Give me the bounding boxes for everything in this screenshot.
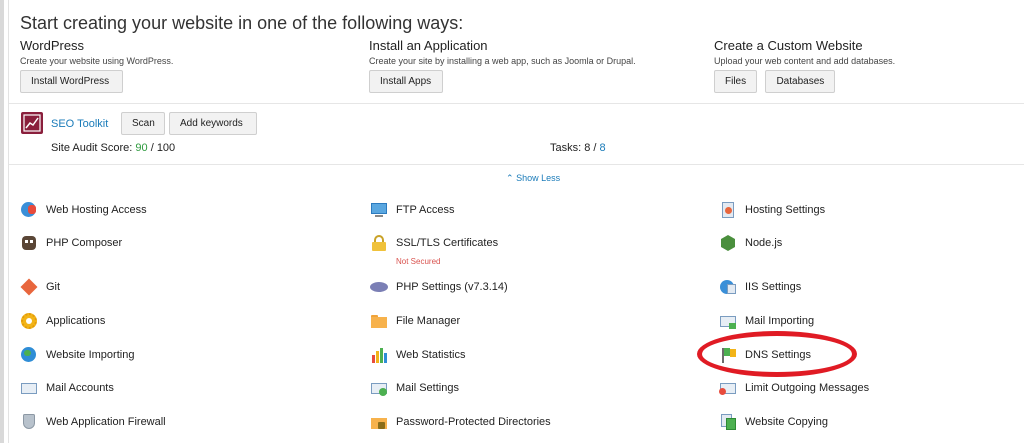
install-app-option: Install an Application Create your site …: [369, 38, 636, 93]
globe-import-icon: [20, 346, 38, 364]
lock-icon: [370, 234, 388, 252]
wordpress-option: WordPress Create your website using Word…: [20, 38, 173, 93]
tool-php-composer[interactable]: PHP Composer: [20, 234, 122, 252]
install-wordpress-button[interactable]: Install WordPress: [20, 70, 123, 93]
tasks-count: Tasks: 8 / 8: [550, 142, 606, 154]
bar-chart-icon: [370, 346, 388, 364]
folder-lock-icon: [370, 413, 388, 431]
tool-file-manager[interactable]: File Manager: [370, 312, 460, 330]
tool-mail-importing[interactable]: Mail Importing: [719, 312, 814, 330]
mail-icon: [20, 379, 38, 397]
wordpress-desc: Create your website using WordPress.: [20, 56, 174, 66]
nodejs-icon: [719, 234, 737, 252]
seo-toolkit-link[interactable]: SEO Toolkit: [51, 118, 108, 130]
tool-ftp-access[interactable]: FTP Access: [370, 201, 454, 219]
tool-ssl-tls-certificates[interactable]: SSL/TLS Certificates Not Secured: [370, 234, 498, 271]
iis-icon: [719, 278, 737, 296]
main-panel: Start creating your website in one of th…: [8, 0, 1024, 443]
tool-mail-accounts[interactable]: Mail Accounts: [20, 379, 114, 397]
tool-web-hosting-access[interactable]: Web Hosting Access: [20, 201, 147, 219]
tool-applications[interactable]: Applications: [20, 312, 105, 330]
tool-website-copying[interactable]: Website Copying: [719, 413, 828, 431]
gear-icon: [20, 312, 38, 330]
git-icon: [20, 278, 38, 296]
tool-web-application-firewall[interactable]: Web Application Firewall: [20, 413, 166, 431]
divider: [9, 103, 1024, 104]
audit-label: Site Audit Score:: [51, 142, 133, 154]
add-keywords-button[interactable]: Add keywords: [169, 112, 257, 135]
custom-website-option: Create a Custom Website Upload your web …: [714, 38, 895, 93]
globe-user-icon: [20, 201, 38, 219]
tool-website-importing[interactable]: Website Importing: [20, 346, 134, 364]
show-less-label: Show Less: [516, 173, 561, 183]
install-apps-button[interactable]: Install Apps: [369, 70, 443, 93]
files-button[interactable]: Files: [714, 70, 757, 93]
custom-website-title: Create a Custom Website: [714, 38, 863, 53]
install-app-title: Install an Application: [369, 38, 488, 53]
tool-nodejs[interactable]: Node.js: [719, 234, 782, 252]
tool-web-statistics[interactable]: Web Statistics: [370, 346, 466, 364]
tasks-total-link[interactable]: 8: [600, 142, 606, 154]
page-heading: Start creating your website in one of th…: [20, 13, 464, 33]
tasks-label: Tasks:: [550, 142, 582, 154]
wordpress-title: WordPress: [20, 38, 85, 53]
composer-icon: [20, 234, 38, 252]
tasks-done: 8 /: [584, 142, 597, 154]
left-panel-edge: [0, 0, 4, 443]
chevron-up-icon: ⌃: [506, 173, 514, 183]
ftp-icon: [370, 201, 388, 219]
php-icon: [370, 278, 388, 296]
limit-mail-icon: [719, 379, 737, 397]
copy-icon: [719, 413, 737, 431]
tool-hosting-settings[interactable]: Hosting Settings: [719, 201, 825, 219]
tool-git[interactable]: Git: [20, 278, 60, 296]
install-app-desc: Create your site by installing a web app…: [369, 56, 636, 66]
tool-password-protected-directories[interactable]: Password-Protected Directories: [370, 413, 551, 431]
site-audit-score: Site Audit Score: 90 / 100: [51, 142, 175, 154]
hosting-settings-icon: [719, 201, 737, 219]
tool-limit-outgoing-messages[interactable]: Limit Outgoing Messages: [719, 379, 869, 397]
mail-import-icon: [719, 312, 737, 330]
custom-website-desc: Upload your web content and add database…: [714, 56, 896, 66]
divider: [9, 164, 1024, 165]
seo-toolkit-icon: [21, 112, 43, 134]
audit-score-value: 90: [135, 142, 148, 154]
audit-score-total: / 100: [150, 142, 176, 154]
ssl-status: Not Secured: [396, 257, 441, 266]
mail-settings-icon: [370, 379, 388, 397]
show-less-link[interactable]: ⌃ Show Less: [506, 173, 560, 184]
scan-button[interactable]: Scan: [121, 112, 165, 135]
shield-icon: [20, 413, 38, 431]
ssl-label: SSL/TLS Certificates: [396, 237, 499, 249]
folder-icon: [370, 312, 388, 330]
tool-mail-settings[interactable]: Mail Settings: [370, 379, 459, 397]
tool-php-settings[interactable]: PHP Settings (v7.3.14): [370, 278, 508, 296]
databases-button[interactable]: Databases: [765, 70, 836, 93]
highlight-annotation: [697, 331, 857, 377]
tool-iis-settings[interactable]: IIS Settings: [719, 278, 801, 296]
